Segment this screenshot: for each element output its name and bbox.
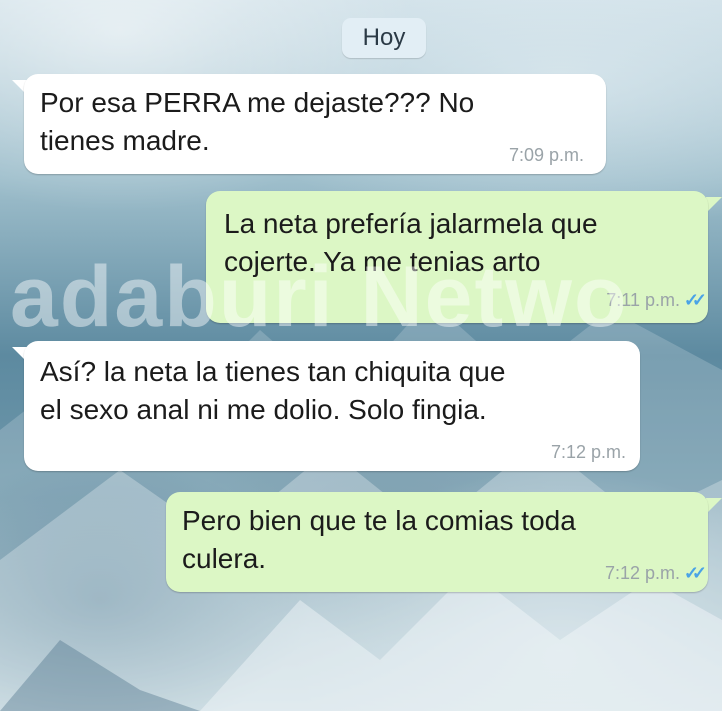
date-divider-label: Hoy — [362, 24, 406, 51]
double-check-icon: ✓✓ — [683, 563, 707, 583]
date-divider: Hoy — [342, 18, 426, 58]
message-text: Pero bien que te la comias toda culera. — [182, 505, 576, 574]
chat-background: Hoy Por esa PERRA me dejaste??? No tiene… — [0, 0, 722, 711]
message-bubble-outgoing[interactable]: La neta prefería jalarmela que cojerte. … — [206, 191, 708, 323]
message-bubble-incoming[interactable]: Así? la neta la tienes tan chiquita que … — [24, 341, 640, 471]
message-time: 7:11 p.m. — [606, 290, 680, 310]
message-text: Así? la neta la tienes tan chiquita que … — [40, 356, 506, 425]
message-time: 7:12 p.m. — [604, 563, 680, 583]
message-time: 7:12 p.m. — [550, 442, 626, 462]
bubble-tail — [706, 197, 722, 213]
message-text: La neta prefería jalarmela que cojerte. … — [224, 208, 598, 277]
bubble-tail — [706, 498, 722, 514]
message-text: Por esa PERRA me dejaste??? No tienes ma… — [40, 87, 475, 156]
double-check-icon: ✓✓ — [683, 290, 707, 310]
message-bubble-incoming[interactable]: Por esa PERRA me dejaste??? No tienes ma… — [24, 74, 606, 174]
message-bubble-outgoing[interactable]: Pero bien que te la comias toda culera. … — [166, 492, 708, 592]
message-time: 7:09 p.m. — [508, 145, 584, 165]
